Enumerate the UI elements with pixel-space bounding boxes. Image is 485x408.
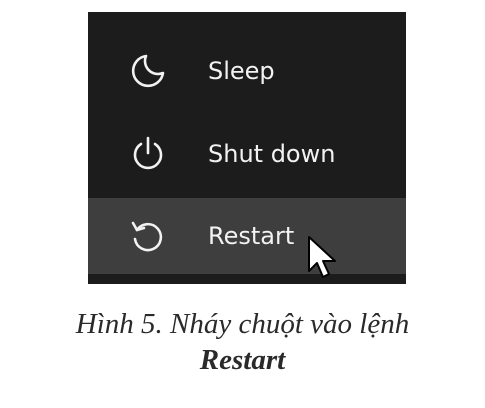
moon-icon xyxy=(128,51,168,91)
menu-item-sleep[interactable]: Sleep xyxy=(88,33,406,109)
caption-bold-term: Restart xyxy=(199,344,286,376)
menu-item-shut-down[interactable]: Shut down xyxy=(88,116,406,192)
restart-icon xyxy=(128,216,168,256)
menu-item-label: Sleep xyxy=(208,57,275,85)
caption-line: Hình 5. Nháy chuột vào lệnh xyxy=(75,308,410,340)
power-icon xyxy=(128,134,168,174)
menu-item-label: Restart xyxy=(208,222,295,250)
menu-item-label: Shut down xyxy=(208,140,336,168)
mouse-pointer-icon xyxy=(308,236,336,278)
figure-caption: Hình 5. Nháy chuột vào lệnh Restart xyxy=(0,306,485,378)
power-menu: Sleep Shut down Restart xyxy=(88,12,406,284)
menu-item-restart[interactable]: Restart xyxy=(88,198,406,274)
